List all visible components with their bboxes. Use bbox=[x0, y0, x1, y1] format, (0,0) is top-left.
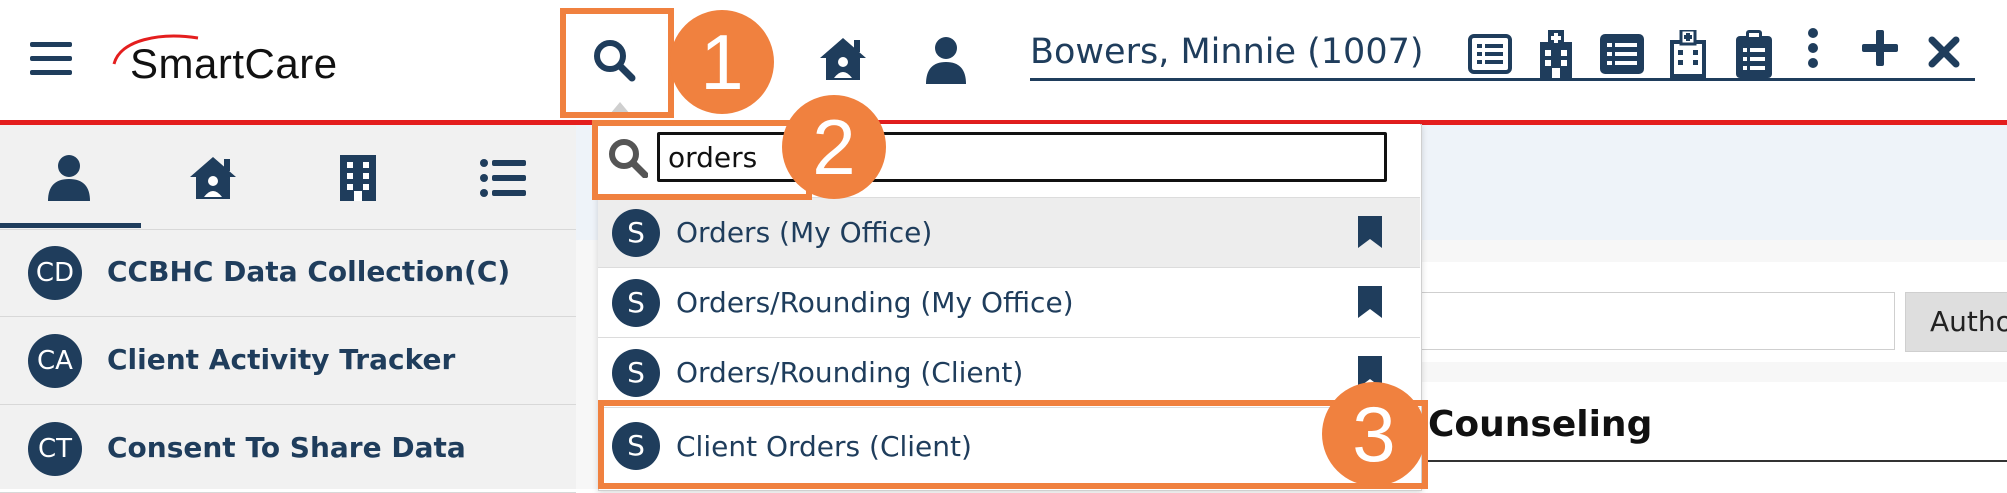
step2-callout: 2 bbox=[782, 95, 886, 199]
section-title-underline bbox=[1428, 460, 2007, 462]
hospital-icon[interactable] bbox=[1536, 30, 1576, 78]
tab-home-icon[interactable] bbox=[188, 155, 238, 205]
item-avatar: CT bbox=[28, 422, 82, 476]
tab-building-icon[interactable] bbox=[340, 155, 376, 205]
result-badge: S bbox=[612, 349, 660, 397]
bookmark-icon[interactable] bbox=[1358, 216, 1382, 248]
list-item[interactable]: CA Client Activity Tracker bbox=[0, 317, 576, 405]
section-title: Counseling bbox=[1428, 404, 1653, 445]
left-panel-tabs bbox=[0, 125, 576, 230]
list-icon[interactable] bbox=[1600, 34, 1644, 74]
item-label: CCBHC Data Collection(C) bbox=[107, 255, 511, 288]
author-button[interactable]: Autho bbox=[1905, 292, 2007, 352]
active-tab-indicator bbox=[0, 223, 141, 228]
search-result-item[interactable]: S Orders (My Office) bbox=[598, 197, 1420, 267]
hamburger-menu-icon[interactable] bbox=[30, 40, 72, 76]
result-label: Orders/Rounding (Client) bbox=[676, 356, 1024, 389]
step2-highlight-box bbox=[592, 120, 812, 200]
author-button-label: Autho bbox=[1930, 305, 2007, 338]
plus-icon[interactable] bbox=[1862, 30, 1898, 66]
user-icon[interactable] bbox=[926, 36, 966, 84]
more-vertical-icon[interactable] bbox=[1806, 28, 1820, 68]
item-avatar: CA bbox=[28, 334, 82, 388]
tab-list-icon[interactable] bbox=[480, 159, 526, 201]
list-item[interactable]: CT Consent To Share Data bbox=[0, 405, 576, 493]
home-icon[interactable] bbox=[818, 36, 868, 82]
step3-highlight-box bbox=[598, 400, 1428, 489]
result-badge: S bbox=[612, 209, 660, 257]
bookmark-icon[interactable] bbox=[1358, 286, 1382, 318]
tab-client-user-icon[interactable] bbox=[48, 155, 90, 205]
item-avatar: CD bbox=[28, 246, 82, 300]
result-badge: S bbox=[612, 279, 660, 327]
search-result-item[interactable]: S Orders/Rounding (Client) bbox=[598, 337, 1420, 407]
logo-text: SmartCare bbox=[130, 40, 338, 87]
list-item[interactable]: CD CCBHC Data Collection(C) bbox=[0, 229, 576, 317]
step1-callout: 1 bbox=[670, 10, 774, 114]
smartcare-logo: SmartCare bbox=[110, 30, 380, 90]
close-icon[interactable] bbox=[1928, 36, 1960, 68]
result-label: Orders/Rounding (My Office) bbox=[676, 286, 1074, 319]
step3-callout: 3 bbox=[1322, 382, 1426, 486]
clinic-building-icon[interactable] bbox=[1668, 30, 1708, 78]
result-label: Orders (My Office) bbox=[676, 216, 933, 249]
clipboard-icon[interactable] bbox=[1736, 30, 1772, 78]
client-name-underline bbox=[1030, 78, 1975, 81]
list-card-icon[interactable] bbox=[1468, 34, 1512, 74]
item-label: Client Activity Tracker bbox=[107, 343, 456, 376]
item-label: Consent To Share Data bbox=[107, 431, 466, 464]
search-result-item[interactable]: S Orders/Rounding (My Office) bbox=[598, 267, 1420, 337]
step1-highlight-box bbox=[560, 8, 674, 118]
client-name[interactable]: Bowers, Minnie (1007) bbox=[1030, 32, 1424, 72]
